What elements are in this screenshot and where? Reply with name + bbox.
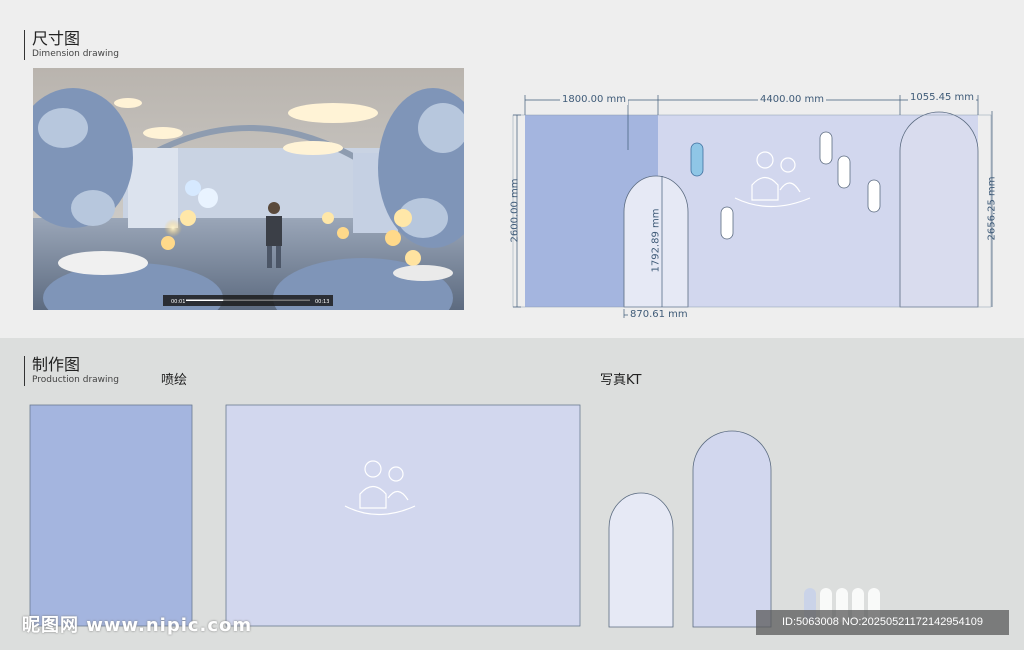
window-1: [819, 131, 833, 165]
prod-small-arch: [608, 492, 674, 628]
dim-width-left: 1800.00 mm: [560, 94, 629, 105]
dim-width-right: 1055.45 mm: [908, 92, 977, 103]
site-watermark: 昵图网 www.nipic.com: [22, 615, 253, 636]
prod-large-arch: [692, 430, 772, 628]
right-arch-panel: [899, 111, 979, 308]
production-drawing: [29, 404, 880, 628]
image-id-bar: ID:5063008 NO:20250521172142954109: [756, 610, 1009, 635]
dim-width-arch: 870.61 mm: [628, 309, 690, 320]
dim-height-arch: 1792.89 mm: [650, 208, 662, 273]
dim-width-main: 4400.00 mm: [758, 94, 827, 105]
window-2: [837, 155, 851, 189]
dimension-drawing: [512, 95, 993, 318]
dim-height-right: 2656.25 mm: [986, 176, 998, 241]
prod-left-panel: [29, 404, 193, 627]
window-blue: [690, 142, 704, 177]
window-3: [867, 179, 881, 213]
window-4: [720, 206, 734, 240]
prod-main-panel: [225, 404, 581, 627]
dim-height-left: 2600.00 mm: [509, 178, 521, 243]
